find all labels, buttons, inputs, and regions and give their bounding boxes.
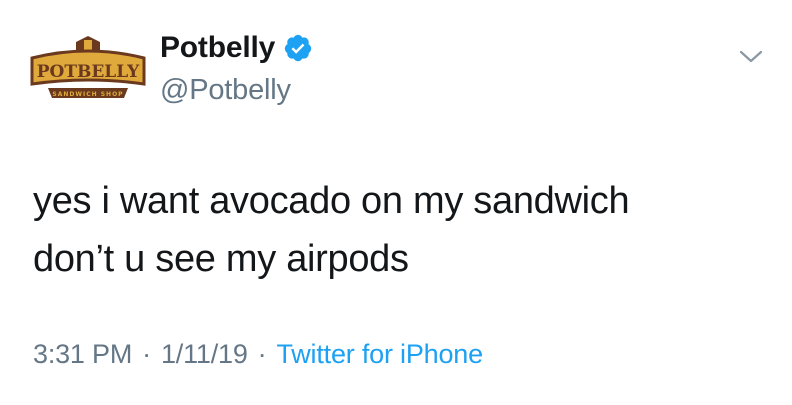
tweet-text: yes i want avocado on my sandwich don’t …: [33, 172, 773, 288]
potbelly-logo: POTBELLY SANDWICH SHOP: [30, 36, 146, 98]
avatar[interactable]: POTBELLY SANDWICH SHOP: [28, 36, 148, 108]
separator: ·: [257, 339, 267, 369]
tweet-source-link[interactable]: Twitter for iPhone: [276, 339, 483, 369]
tweet-text-line: don’t u see my airpods: [33, 238, 409, 280]
tweet-card: POTBELLY SANDWICH SHOP Potbelly @Potbell…: [0, 0, 792, 405]
chevron-down-icon[interactable]: [735, 44, 767, 68]
verified-badge-icon: [283, 33, 313, 63]
separator: ·: [142, 339, 151, 369]
handle[interactable]: @Potbelly: [160, 74, 313, 107]
logo-tagline: SANDWICH SHOP: [52, 91, 123, 98]
user-header: Potbelly @Potbelly: [160, 26, 313, 107]
logo-wordmark: POTBELLY: [37, 62, 140, 82]
tweet-meta: 3:31 PM · 1/11/19 · Twitter for iPhone: [33, 339, 483, 370]
display-name-row: Potbelly: [160, 26, 313, 70]
tweet-text-line: yes i want avocado on my sandwich: [33, 180, 630, 222]
tweet-time[interactable]: 3:31 PM: [33, 339, 132, 369]
tweet-date[interactable]: 1/11/19: [161, 339, 248, 369]
display-name[interactable]: Potbelly: [160, 31, 275, 65]
